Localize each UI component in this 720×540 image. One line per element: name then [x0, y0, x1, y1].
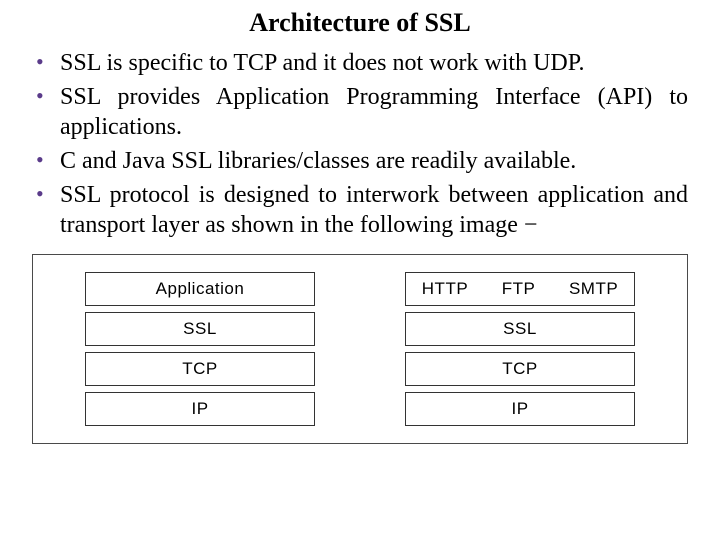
bullet-item: SSL protocol is designed to interwork be… — [32, 180, 688, 240]
layer-ssl: SSL — [405, 312, 635, 346]
layer-app-protocols: HTTP FTP SMTP — [405, 272, 635, 306]
page-title: Architecture of SSL — [32, 8, 688, 38]
layer-tcp: TCP — [85, 352, 315, 386]
bullet-list: SSL is specific to TCP and it does not w… — [32, 48, 688, 240]
layer-ip: IP — [405, 392, 635, 426]
layer-ip: IP — [85, 392, 315, 426]
layer-tcp: TCP — [405, 352, 635, 386]
proto-http: HTTP — [422, 279, 468, 299]
architecture-diagram: Application SSL TCP IP HTTP FTP SMTP SSL… — [32, 254, 688, 444]
left-protocol-stack: Application SSL TCP IP — [85, 272, 315, 426]
bullet-item: SSL is specific to TCP and it does not w… — [32, 48, 688, 78]
bullet-item: C and Java SSL libraries/classes are rea… — [32, 146, 688, 176]
layer-ssl: SSL — [85, 312, 315, 346]
right-protocol-stack: HTTP FTP SMTP SSL TCP IP — [405, 272, 635, 426]
bullet-item: SSL provides Application Programming Int… — [32, 82, 688, 142]
proto-smtp: SMTP — [569, 279, 618, 299]
layer-application: Application — [85, 272, 315, 306]
proto-ftp: FTP — [502, 279, 536, 299]
